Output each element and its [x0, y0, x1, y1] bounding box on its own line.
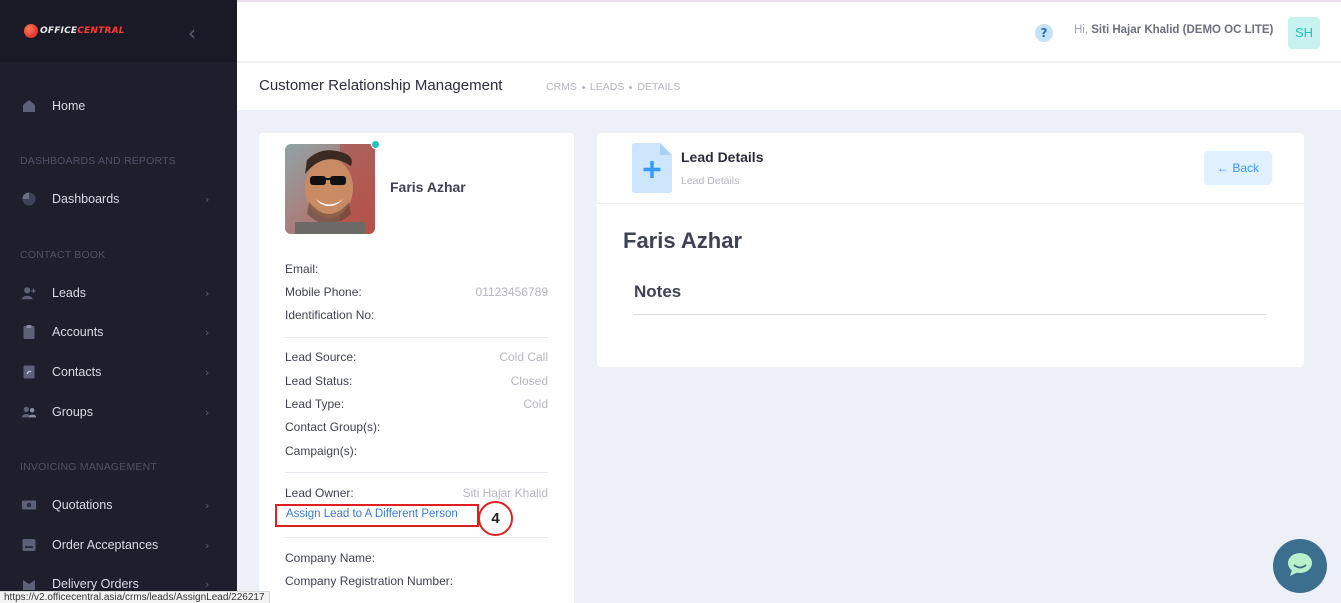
lead-profile-card: Faris Azhar Email: Mobile Phone: 01123456…: [259, 133, 574, 603]
sidebar-item-label: Delivery Orders: [52, 577, 139, 591]
sidebar-item-label: Accounts: [52, 325, 104, 339]
user-greeting[interactable]: Hi, Siti Hajar Khalid (DEMO OC LITE): [1074, 24, 1273, 36]
card-header: Lead Details Lead Details ← Back: [597, 133, 1304, 204]
field-lead-owner: Lead Owner: Siti Hajar Khalid: [285, 486, 548, 500]
subheader: Customer Relationship Management CRMS LEA…: [237, 63, 1341, 110]
sidebar-item-dashboards[interactable]: Dashboards ›: [0, 184, 237, 214]
divider: [285, 337, 548, 338]
help-icon[interactable]: ?: [1035, 24, 1053, 42]
section-header: INVOICING MANAGEMENT: [20, 461, 158, 473]
field-lead-source: Lead Source: Cold Call: [285, 350, 548, 364]
divider: [285, 472, 548, 473]
sidebar-item-label: Leads: [52, 286, 87, 300]
card-title: Lead Details: [681, 149, 764, 165]
logo-bar: OFFICECENTRAL ‹‹: [0, 0, 237, 62]
sidebar-item-label: Order Acceptances: [52, 538, 159, 552]
chevron-right-icon: ›: [205, 405, 210, 419]
brand-logo[interactable]: OFFICECENTRAL: [24, 24, 125, 38]
breadcrumb-item[interactable]: CRMS: [546, 81, 577, 93]
breadcrumb-item[interactable]: LEADS: [590, 81, 624, 93]
chevron-right-icon: ›: [205, 538, 210, 552]
chevron-right-icon: ›: [205, 192, 210, 206]
chat-bubble-icon: [1286, 551, 1314, 581]
field-email: Email:: [285, 262, 319, 276]
field-campaigns: Campaign(s):: [285, 444, 358, 458]
sidebar-item-label: Quotations: [52, 498, 113, 512]
sidebar-item-label: Home: [52, 99, 86, 113]
chevron-right-icon: ›: [205, 577, 210, 591]
page-title: Customer Relationship Management: [259, 77, 503, 94]
sidebar-item-quotations[interactable]: Quotations ›: [0, 490, 237, 520]
status-bar-url: https://v2.officecentral.asia/crms/leads…: [0, 591, 270, 603]
lead-details-card: Lead Details Lead Details ← Back Faris A…: [597, 133, 1304, 367]
divider: [633, 314, 1266, 315]
sidebar-item-leads[interactable]: Leads ›: [0, 278, 237, 308]
notes-heading: Notes: [634, 282, 682, 301]
sidebar-item-groups[interactable]: Groups ›: [0, 397, 237, 427]
lead-name-heading: Faris Azhar: [623, 228, 743, 253]
avatar: [285, 144, 375, 234]
field-company-registration-number: Company Registration Number:: [285, 574, 454, 588]
field-identification-no: Identification No:: [285, 308, 375, 322]
sidebar-item-label: Groups: [52, 405, 93, 419]
add-document-icon: [632, 143, 672, 193]
chevron-right-icon: ›: [205, 498, 210, 512]
group-icon: [21, 404, 37, 420]
home-icon: [21, 98, 37, 114]
assign-lead-link[interactable]: Assign Lead to A Different Person: [275, 504, 479, 527]
user-avatar[interactable]: SH: [1288, 17, 1320, 49]
field-lead-type: Lead Type: Cold: [285, 397, 548, 411]
field-lead-status: Lead Status: Closed: [285, 374, 548, 388]
profile-name: Faris Azhar: [390, 179, 466, 195]
breadcrumb-item: DETAILS: [637, 81, 681, 93]
field-company-name: Company Name:: [285, 551, 376, 565]
logo-ball-icon: [24, 24, 38, 38]
topbar: ? Hi, Siti Hajar Khalid (DEMO OC LITE) S…: [237, 0, 1341, 62]
step-marker-badge: 4: [478, 501, 513, 536]
delivery-icon: [21, 576, 37, 592]
section-header: CONTACT BOOK: [20, 249, 106, 261]
section-header: DASHBOARDS AND REPORTS: [20, 155, 176, 167]
breadcrumb: CRMS LEADS DETAILS: [546, 81, 680, 93]
pie-chart-icon: [21, 191, 37, 207]
money-icon: [21, 497, 37, 513]
chevron-right-icon: ›: [205, 365, 210, 379]
chevron-right-icon: ›: [205, 286, 210, 300]
online-status-indicator: [371, 140, 380, 149]
sidebar-item-label: Dashboards: [52, 192, 120, 206]
chevron-right-icon: ›: [205, 325, 210, 339]
sidebar-item-order-acceptances[interactable]: Order Acceptances ›: [0, 530, 237, 560]
sidebar-item-label: Contacts: [52, 365, 102, 379]
field-mobile-phone: Mobile Phone: 01123456789: [285, 285, 548, 299]
divider: [285, 537, 548, 538]
sidebar-item-accounts[interactable]: Accounts ›: [0, 317, 237, 347]
sidebar-item-home[interactable]: Home: [0, 91, 237, 121]
inbox-icon: [21, 537, 37, 553]
clipboard-icon: [21, 324, 37, 340]
field-contact-groups: Contact Group(s):: [285, 420, 381, 434]
add-user-icon: [21, 285, 37, 301]
card-subtitle: Lead Details: [681, 175, 740, 187]
address-book-icon: [21, 364, 37, 380]
sidebar-item-contacts[interactable]: Contacts ›: [0, 357, 237, 387]
user-name: Siti Hajar Khalid (DEMO OC LITE): [1091, 24, 1274, 36]
sidebar: OFFICECENTRAL ‹‹ Home DASHBOARDS AND REP…: [0, 0, 237, 603]
back-button[interactable]: ← Back: [1204, 151, 1272, 185]
chat-widget-button[interactable]: [1273, 539, 1327, 593]
